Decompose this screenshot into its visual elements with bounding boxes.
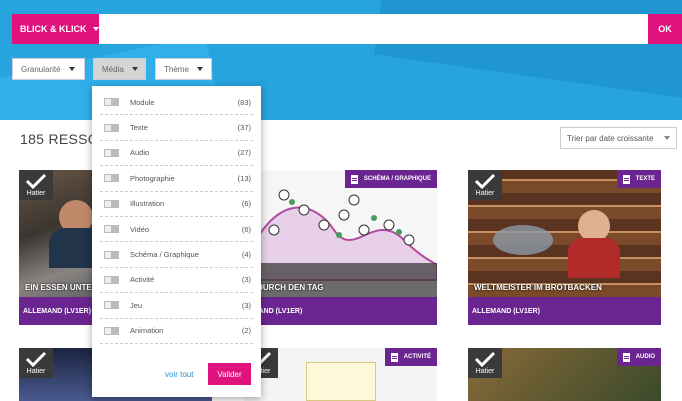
document-icon xyxy=(350,174,358,184)
media-tag: TEXTE xyxy=(616,170,661,188)
document-icon xyxy=(622,352,630,362)
media-tag: ACTIVITÉ xyxy=(384,348,437,366)
option-count: (3) xyxy=(241,275,251,285)
media-option[interactable]: Audio (27) xyxy=(100,141,253,167)
toggle-switch[interactable] xyxy=(104,250,119,259)
media-option[interactable]: Activité (3) xyxy=(100,268,253,294)
publisher-label: Hatier xyxy=(26,190,46,197)
person-body-image xyxy=(568,238,620,278)
document-icon xyxy=(390,352,398,362)
resource-card[interactable]: Hatier AUDIO xyxy=(468,348,661,401)
media-option[interactable]: Animation (2) xyxy=(100,319,253,344)
toggle-switch[interactable] xyxy=(104,174,119,183)
voir-tout-link[interactable]: voir tout xyxy=(165,370,193,379)
results-count: 185 RESSO xyxy=(20,131,99,147)
media-tag-label: TEXTE xyxy=(635,176,655,182)
filter-theme[interactable]: Thème xyxy=(155,58,212,80)
media-tag-label: AUDIO xyxy=(635,354,655,360)
media-tag: AUDIO xyxy=(616,348,661,366)
toggle-switch[interactable] xyxy=(104,225,119,234)
option-count: (37) xyxy=(237,123,251,133)
toggle-switch[interactable] xyxy=(104,275,119,284)
card-subject: ALLEMAND (LV1ER) xyxy=(468,297,661,325)
filter-theme-label: Thème xyxy=(164,64,189,74)
resource-card[interactable]: SCHÉMA / GRAPHIQUE T DURCH DEN TAG xyxy=(244,170,437,297)
option-label: Illustration xyxy=(130,199,165,209)
toggle-switch[interactable] xyxy=(104,123,119,132)
chevron-down-icon xyxy=(196,67,203,71)
worksheet-image xyxy=(306,362,376,401)
publisher-badge: Hatier xyxy=(468,348,502,378)
toggle-switch[interactable] xyxy=(104,148,119,157)
media-option[interactable]: Texte (37) xyxy=(100,115,253,141)
option-label: Module xyxy=(130,97,155,107)
brand-button-label: BLICK & KLICK xyxy=(20,24,87,34)
option-label: Animation xyxy=(130,326,164,336)
option-label: Audio xyxy=(130,148,150,158)
brand-dropdown-button[interactable]: BLICK & KLICK xyxy=(12,14,99,44)
check-icon xyxy=(25,351,47,367)
card-title[interactable]: EIN ESSEN UNTER xyxy=(25,283,97,292)
media-tag-label: SCHÉMA / GRAPHIQUE xyxy=(363,176,431,182)
media-option[interactable]: Vidéo (6) xyxy=(100,217,253,243)
media-option[interactable]: Schéma / Graphique (4) xyxy=(100,242,253,268)
resource-card[interactable]: Hatier ACTIVITÉ xyxy=(244,348,437,401)
filter-media[interactable]: Média xyxy=(93,58,146,80)
option-label: Schéma / Graphique xyxy=(130,250,199,260)
media-tag: SCHÉMA / GRAPHIQUE xyxy=(344,170,437,188)
check-icon xyxy=(25,173,47,189)
publisher-badge: Hatier xyxy=(19,170,53,200)
ok-button[interactable]: OK xyxy=(648,14,682,44)
media-option[interactable]: Module (83) xyxy=(100,90,253,116)
card-title[interactable]: WELTMEISTER IM BROTBACKEN xyxy=(474,283,602,292)
media-option[interactable]: Jeu (3) xyxy=(100,293,253,319)
toggle-switch[interactable] xyxy=(104,199,119,208)
publisher-label: Hatier xyxy=(475,368,495,375)
filter-granularite[interactable]: Granularité xyxy=(12,58,85,80)
search-input[interactable] xyxy=(12,14,648,44)
option-count: (6) xyxy=(241,224,251,234)
toggle-switch[interactable] xyxy=(104,326,119,335)
publisher-label: Hatier xyxy=(26,368,46,375)
option-count: (83) xyxy=(237,97,251,107)
media-option[interactable]: Illustration (6) xyxy=(100,192,253,217)
chevron-down-icon xyxy=(92,27,99,31)
filter-media-label: Média xyxy=(102,64,124,74)
option-count: (4) xyxy=(241,250,251,260)
chevron-down-icon xyxy=(68,67,75,71)
publisher-badge: Hatier xyxy=(19,348,53,378)
option-label: Jeu xyxy=(130,300,143,310)
sort-label: Trier par date croissante xyxy=(567,133,654,143)
valider-button[interactable]: Valider xyxy=(208,363,251,385)
publisher-label: Hatier xyxy=(475,190,495,197)
option-count: (2) xyxy=(241,326,251,336)
resource-card[interactable]: Hatier TEXTE WELTMEISTER IM BROTBACKEN xyxy=(468,170,661,297)
option-label: Photographie xyxy=(130,173,175,183)
check-icon xyxy=(474,351,496,367)
toggle-switch[interactable] xyxy=(104,301,119,310)
media-option[interactable]: Photographie (13) xyxy=(100,166,253,192)
option-label: Vidéo xyxy=(130,224,150,234)
option-count: (27) xyxy=(237,148,251,158)
document-icon xyxy=(622,174,630,184)
option-label: Activité xyxy=(130,275,155,285)
media-tag-label: ACTIVITÉ xyxy=(403,354,431,360)
card-title[interactable]: T DURCH DEN TAG xyxy=(250,283,324,292)
chevron-down-icon xyxy=(664,136,670,140)
check-icon xyxy=(474,173,496,189)
option-count: (3) xyxy=(241,300,251,310)
toggle-switch[interactable] xyxy=(104,98,119,107)
chevron-down-icon xyxy=(131,67,138,71)
publisher-badge: Hatier xyxy=(468,170,502,200)
sort-select[interactable]: Trier par date croissante xyxy=(560,127,677,149)
option-label: Texte xyxy=(130,123,148,133)
bowl-image xyxy=(493,225,553,255)
option-count: (13) xyxy=(237,173,251,183)
card-subject: EMAND (LV1ER) xyxy=(244,297,437,325)
media-dropdown: Module (83) Texte (37) Audio (27) Photograp… xyxy=(92,86,261,397)
filter-granularite-label: Granularité xyxy=(21,64,61,74)
option-count: (6) xyxy=(241,199,251,209)
